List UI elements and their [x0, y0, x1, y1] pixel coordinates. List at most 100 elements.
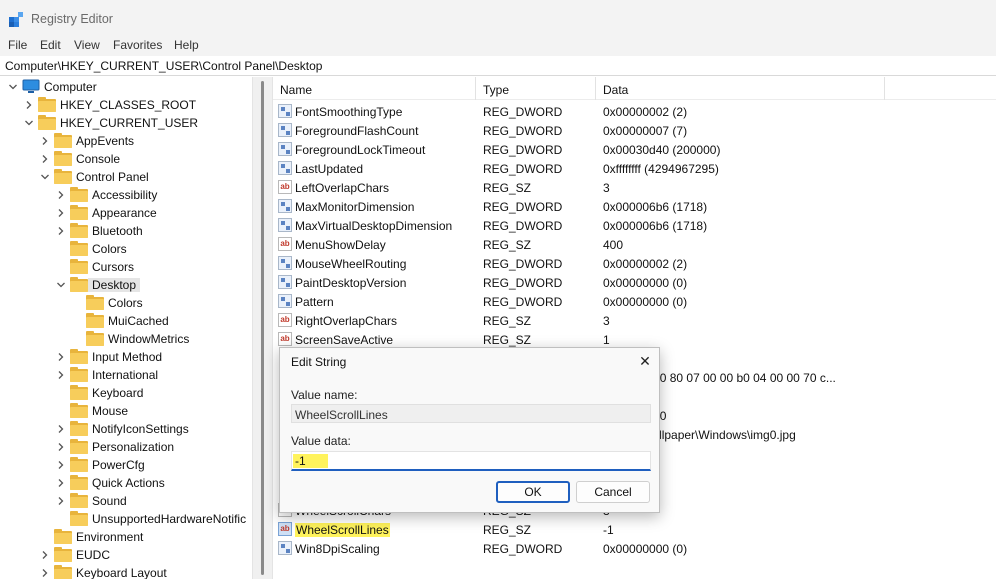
- tree-item[interactable]: Colors: [0, 240, 252, 258]
- column-type[interactable]: Type: [483, 83, 509, 97]
- tree-item[interactable]: EUDC: [0, 546, 252, 564]
- tree-item[interactable]: Control Panel: [0, 168, 252, 186]
- chevron-down-icon[interactable]: [40, 172, 50, 182]
- tree-item-label: Appearance: [92, 206, 157, 220]
- tree-item[interactable]: Sound: [0, 492, 252, 510]
- chevron-down-icon[interactable]: [8, 82, 18, 92]
- tree-item[interactable]: Keyboard: [0, 384, 252, 402]
- chevron-right-icon[interactable]: [56, 208, 66, 218]
- tree-item[interactable]: HKEY_CURRENT_USER: [0, 114, 252, 132]
- chevron-right-icon[interactable]: [40, 154, 50, 164]
- folder-icon: [54, 565, 72, 579]
- tree-scrollbar-thumb[interactable]: [261, 81, 264, 575]
- folder-icon: [70, 403, 88, 418]
- tree-item[interactable]: Appearance: [0, 204, 252, 222]
- table-row[interactable]: PaintDesktopVersion REG_DWORD 0x00000000 (…: [273, 273, 996, 292]
- tree-item[interactable]: UnsupportedHardwareNotific: [0, 510, 252, 528]
- tree-item[interactable]: Accessibility: [0, 186, 252, 204]
- value-type: REG_SZ: [483, 181, 532, 195]
- menu-edit[interactable]: Edit: [40, 38, 61, 52]
- address-bar[interactable]: Computer\HKEY_CURRENT_USER\Control Panel…: [0, 56, 996, 76]
- chevron-right-icon[interactable]: [56, 226, 66, 236]
- chevron-right-icon[interactable]: [24, 100, 34, 110]
- tree-item[interactable]: HKEY_CLASSES_ROOT: [0, 96, 252, 114]
- folder-icon: [70, 493, 88, 508]
- chevron-right-icon[interactable]: [56, 370, 66, 380]
- table-row[interactable]: ab LeftOverlapChars REG_SZ 3: [273, 178, 996, 197]
- chevron-right-icon[interactable]: [40, 550, 50, 560]
- table-row[interactable]: MaxVirtualDesktopDimension REG_DWORD 0x000…: [273, 216, 996, 235]
- tree-item[interactable]: NotifyIconSettings: [0, 420, 252, 438]
- tree-item-label: UnsupportedHardwareNotific: [92, 512, 247, 526]
- tree-item[interactable]: Cursors: [0, 258, 252, 276]
- tree-item[interactable]: International: [0, 366, 252, 384]
- folder-icon: [70, 241, 88, 256]
- chevron-right-icon[interactable]: [40, 568, 50, 578]
- table-row[interactable]: FontSmoothingType REG_DWORD 0x00000002 (2): [273, 102, 996, 121]
- table-row[interactable]: MaxMonitorDimension REG_DWORD 0x000006b6 (…: [273, 197, 996, 216]
- column-data[interactable]: Data: [603, 83, 628, 97]
- column-divider[interactable]: [884, 77, 885, 100]
- binary-value-icon: [278, 142, 292, 156]
- window-title: Registry Editor: [31, 12, 113, 26]
- tree-item[interactable]: Personalization: [0, 438, 252, 456]
- chevron-right-icon[interactable]: [40, 136, 50, 146]
- key-tree[interactable]: Computer HKEY_CLASSES_ROOT HKEY_CURRENT_US…: [0, 77, 252, 579]
- chevron-right-icon[interactable]: [56, 190, 66, 200]
- tree-item[interactable]: Colors: [0, 294, 252, 312]
- tree-scrollbar[interactable]: [252, 77, 273, 579]
- tree-item-label: PowerCfg: [92, 458, 145, 472]
- chevron-right-icon[interactable]: [56, 460, 66, 470]
- table-row[interactable]: ab RightOverlapChars REG_SZ 3: [273, 311, 996, 330]
- tree-item[interactable]: Input Method: [0, 348, 252, 366]
- table-row[interactable]: ab WheelScrollLines REG_SZ -1: [273, 520, 996, 539]
- table-row[interactable]: ForegroundFlashCount REG_DWORD 0x00000007 …: [273, 121, 996, 140]
- column-name[interactable]: Name: [280, 83, 312, 97]
- value-data-input[interactable]: -1: [291, 451, 651, 471]
- tree-item[interactable]: Keyboard Layout: [0, 564, 252, 579]
- value-data: 0x00000007 (7): [603, 124, 688, 138]
- value-name: LastUpdated: [295, 162, 364, 176]
- table-row[interactable]: LastUpdated REG_DWORD 0xffffffff (42949672…: [273, 159, 996, 178]
- chevron-right-icon[interactable]: [56, 496, 66, 506]
- value-name: RightOverlapChars: [295, 314, 398, 328]
- column-divider[interactable]: [475, 77, 476, 100]
- tree-item-label: Accessibility: [92, 188, 158, 202]
- chevron-right-icon[interactable]: [56, 442, 66, 452]
- tree-item[interactable]: Environment: [0, 528, 252, 546]
- tree-item[interactable]: Mouse: [0, 402, 252, 420]
- menu-view[interactable]: View: [74, 38, 100, 52]
- menu-help[interactable]: Help: [174, 38, 199, 52]
- chevron-down-icon[interactable]: [24, 118, 34, 128]
- chevron-right-icon[interactable]: [56, 424, 66, 434]
- tree-item[interactable]: PowerCfg: [0, 456, 252, 474]
- close-icon[interactable]: ✕: [637, 353, 653, 369]
- table-row[interactable]: Win8DpiScaling REG_DWORD 0x00000000 (0): [273, 539, 996, 558]
- folder-icon: [70, 475, 88, 490]
- tree-item[interactable]: Quick Actions: [0, 474, 252, 492]
- menu-file[interactable]: File: [8, 38, 27, 52]
- chevron-right-icon[interactable]: [56, 478, 66, 488]
- ok-button[interactable]: OK: [496, 481, 570, 503]
- tree-item-label: Bluetooth: [92, 224, 143, 238]
- chevron-right-icon[interactable]: [56, 352, 66, 362]
- chevron-down-icon[interactable]: [56, 280, 66, 290]
- folder-icon: [70, 259, 88, 274]
- tree-item[interactable]: Computer: [0, 78, 252, 96]
- tree-item[interactable]: MuiCached: [0, 312, 252, 330]
- binary-value-icon: [278, 218, 292, 232]
- tree-item[interactable]: Console: [0, 150, 252, 168]
- column-divider[interactable]: [595, 77, 596, 100]
- table-row[interactable]: ab MenuShowDelay REG_SZ 400: [273, 235, 996, 254]
- table-row[interactable]: MouseWheelRouting REG_DWORD 0x00000002 (2): [273, 254, 996, 273]
- tree-item-label: Quick Actions: [92, 476, 165, 490]
- menu-favorites[interactable]: Favorites: [113, 38, 162, 52]
- cancel-button[interactable]: Cancel: [576, 481, 650, 503]
- tree-item[interactable]: Bluetooth: [0, 222, 252, 240]
- folder-icon: [54, 529, 72, 544]
- table-row[interactable]: Pattern REG_DWORD 0x00000000 (0): [273, 292, 996, 311]
- tree-item[interactable]: WindowMetrics: [0, 330, 252, 348]
- table-row[interactable]: ForegroundLockTimeout REG_DWORD 0x00030d40…: [273, 140, 996, 159]
- tree-item[interactable]: Desktop: [0, 276, 252, 294]
- tree-item[interactable]: AppEvents: [0, 132, 252, 150]
